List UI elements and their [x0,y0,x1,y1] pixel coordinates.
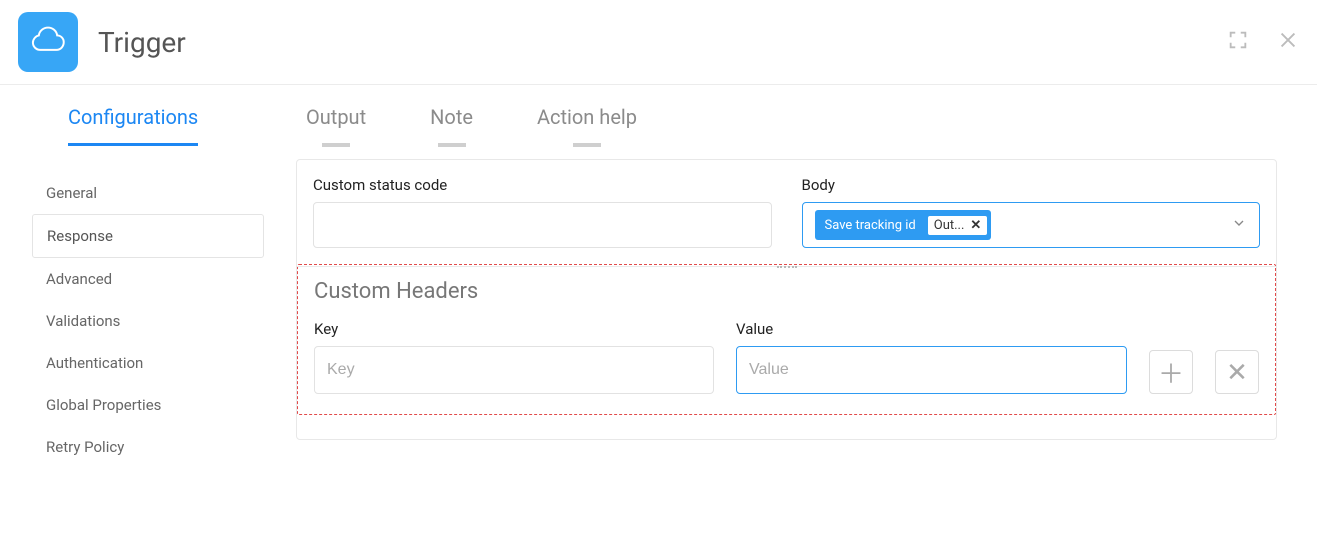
header-value-field: Value [736,320,1127,394]
config-panel: Custom status code Body Save tracking id… [296,159,1277,440]
header-actions [1227,29,1299,55]
sidebar-item-response[interactable]: Response [32,214,264,258]
x-icon: ✕ [1226,357,1248,388]
content: Output Note Action help Custom status co… [296,85,1317,468]
panel-divider [297,266,1276,290]
header-left: Trigger [18,12,186,72]
sidebar-item-global-properties[interactable]: Global Properties [32,384,264,426]
cloud-icon [18,12,78,72]
field-status-code: Custom status code [313,176,772,248]
secondary-tabs: Output Note Action help [296,95,1317,143]
body-chip-remove-icon[interactable]: ✕ [970,218,981,233]
drag-handle-icon[interactable] [777,266,797,268]
custom-headers-row: Key Value ＋ ✕ [314,320,1259,394]
body-input[interactable]: Save tracking id Out... ✕ [802,202,1261,248]
status-code-input[interactable] [313,202,772,248]
page-title: Trigger [98,26,186,59]
left-column: Configurations General Response Advanced… [0,85,296,468]
sidebar: General Response Advanced Validations Au… [0,146,296,468]
remove-header-button[interactable]: ✕ [1215,350,1259,394]
chevron-down-icon[interactable] [1231,215,1247,235]
add-header-button[interactable]: ＋ [1149,350,1193,394]
tab-output[interactable]: Output [306,95,366,143]
main-tabs: Configurations [0,95,296,146]
tab-note[interactable]: Note [430,95,473,143]
body-chip[interactable]: Save tracking id Out... ✕ [815,210,992,240]
sidebar-item-validations[interactable]: Validations [32,300,264,342]
status-code-label: Custom status code [313,176,772,194]
fullscreen-icon[interactable] [1227,29,1249,55]
body-chip-inner-text: Out... [934,218,965,233]
body-chip-label: Save tracking id [819,218,922,233]
body-label: Body [802,176,1261,194]
header-value-label: Value [736,320,1127,338]
body: Configurations General Response Advanced… [0,85,1317,468]
tab-configurations[interactable]: Configurations [68,95,198,146]
plus-icon: ＋ [1158,354,1184,391]
header-key-input[interactable] [314,346,714,394]
tab-action-help[interactable]: Action help [537,95,637,143]
sidebar-item-retry-policy[interactable]: Retry Policy [32,426,264,468]
body-chip-inner[interactable]: Out... ✕ [928,216,988,235]
row-status-body: Custom status code Body Save tracking id… [313,176,1260,248]
close-icon[interactable] [1277,29,1299,55]
header: Trigger [0,0,1317,85]
header-key-field: Key [314,320,714,394]
header-value-input[interactable] [736,346,1127,394]
sidebar-item-advanced[interactable]: Advanced [32,258,264,300]
field-body: Body Save tracking id Out... ✕ [802,176,1261,248]
sidebar-item-general[interactable]: General [32,172,264,214]
sidebar-item-authentication[interactable]: Authentication [32,342,264,384]
header-key-label: Key [314,320,714,338]
